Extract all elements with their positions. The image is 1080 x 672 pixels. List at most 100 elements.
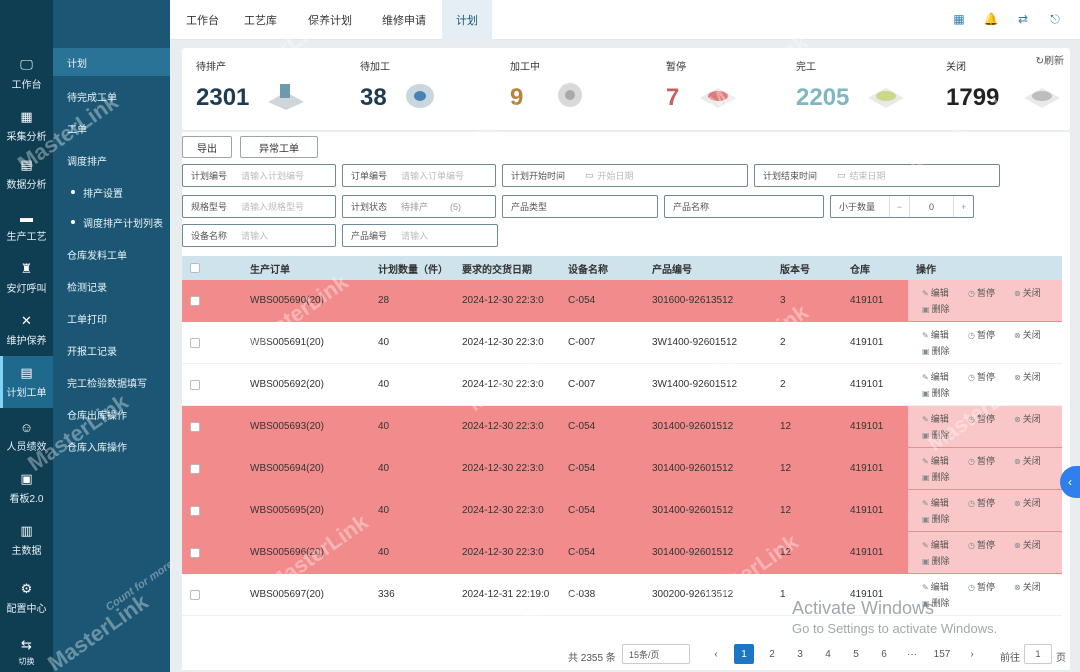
delete-button[interactable]: ▣ 删除	[922, 428, 950, 441]
page-ellipsis[interactable]: ···	[902, 644, 922, 664]
edit-button[interactable]: ✎ 编辑	[922, 286, 949, 299]
tab-maintenance-plan[interactable]: 保养计划	[294, 0, 366, 40]
subnav-item-print[interactable]: 工单打印	[53, 304, 170, 332]
table-row[interactable]: WBS005696(20) 40 2024-12-30 22:3:0 C-054 301…	[182, 532, 1062, 574]
stat-card-pending-process[interactable]: 待加工 38	[360, 58, 500, 120]
row-checkbox[interactable]	[190, 379, 200, 390]
subnav-item-material-issue[interactable]: 仓库发料工单	[53, 240, 170, 268]
plan-end-field[interactable]: 计划结束时间 ▭ 结束日期	[754, 164, 1000, 187]
close-button[interactable]: ⊗ 关闭	[1014, 286, 1041, 299]
next-page-button[interactable]: ›	[962, 644, 982, 664]
page-button-2[interactable]: 2	[762, 644, 782, 664]
edit-button[interactable]: ✎ 编辑	[922, 538, 949, 551]
tab-repair-request[interactable]: 维修申请	[368, 0, 440, 40]
page-button-6[interactable]: 6	[874, 644, 894, 664]
page-button-1[interactable]: 1	[734, 644, 754, 664]
edit-button[interactable]: ✎ 编辑	[922, 412, 949, 425]
table-row[interactable]: WBS005694(20) 40 2024-12-30 22:3:0 C-054 301…	[182, 448, 1062, 490]
delete-button[interactable]: ▣ 删除	[922, 554, 950, 567]
pause-button[interactable]: ◷ 暂停	[968, 580, 995, 593]
abnormal-orders-button[interactable]: 异常工单	[240, 136, 318, 158]
subnav-item-work-report[interactable]: 开报工记录	[53, 336, 170, 364]
delete-button[interactable]: ▣ 删除	[922, 302, 950, 315]
delete-button[interactable]: ▣ 删除	[922, 344, 950, 357]
rail-item-collection[interactable]: ▦ 采集分析	[0, 100, 53, 152]
page-size-select[interactable]: 15条/页	[622, 644, 690, 664]
rail-item-board[interactable]: ▣ 看板2.0	[0, 462, 53, 514]
edit-button[interactable]: ✎ 编辑	[922, 370, 949, 383]
delete-button[interactable]: ▣ 删除	[922, 512, 950, 525]
bell-icon[interactable]: 🔔	[984, 12, 999, 26]
close-button[interactable]: ⊗ 关闭	[1014, 328, 1041, 341]
translate-icon[interactable]: ⇄	[1016, 12, 1030, 26]
page-button-4[interactable]: 4	[818, 644, 838, 664]
edit-button[interactable]: ✎ 编辑	[922, 580, 949, 593]
tab-process-library[interactable]: 工艺库	[230, 0, 291, 40]
row-checkbox[interactable]	[190, 589, 200, 600]
stat-card-completed[interactable]: 完工 2205	[796, 58, 936, 120]
pause-button[interactable]: ◷ 暂停	[968, 286, 995, 299]
subnav-item-inspection[interactable]: 检测记录	[53, 272, 170, 300]
close-button[interactable]: ⊗ 关闭	[1014, 580, 1041, 593]
rail-item-performance[interactable]: ☺ 人员绩效	[0, 410, 53, 462]
plan-start-field[interactable]: 计划开始时间 ▭ 开始日期	[502, 164, 748, 187]
rail-item-workbench[interactable]: 🖵 工作台	[0, 48, 53, 100]
row-checkbox[interactable]	[190, 295, 200, 306]
rail-item-config[interactable]: ⚙ 配置中心	[0, 572, 53, 624]
rail-item-master-data[interactable]: ▥ 主数据	[0, 514, 53, 566]
spec-field[interactable]: 规格型号 请输入规格型号	[182, 195, 336, 218]
edit-button[interactable]: ✎ 编辑	[922, 328, 949, 341]
edit-button[interactable]: ✎ 编辑	[922, 454, 949, 467]
stat-card-paused[interactable]: 暂停 7	[666, 58, 806, 120]
stat-card-pending-schedule[interactable]: 待排产 2301	[196, 58, 336, 120]
rail-item-maintenance[interactable]: ✕ 维护保养	[0, 304, 53, 356]
plan-no-field[interactable]: 计划编号 请输入计划编号	[182, 164, 336, 187]
close-button[interactable]: ⊗ 关闭	[1014, 370, 1041, 383]
table-row[interactable]: WBS005695(20) 40 2024-12-30 22:3:0 C-054 301…	[182, 490, 1062, 532]
logout-icon[interactable]: ⎋	[1048, 12, 1062, 26]
pause-button[interactable]: ◷ 暂停	[968, 454, 995, 467]
table-row[interactable]: WBS005693(20) 40 2024-12-30 22:3:0 C-054 301…	[182, 406, 1062, 448]
rail-item-analysis[interactable]: ▤ 数据分析	[0, 148, 53, 200]
goto-page-input[interactable]: 1	[1024, 644, 1052, 664]
stat-card-in-process[interactable]: 加工中 9	[510, 58, 650, 120]
delete-button[interactable]: ▣ 删除	[922, 470, 950, 483]
rail-item-switch[interactable]: ⇆ 切换	[0, 626, 53, 672]
table-row[interactable]: WBS005690(20) 28 2024-12-30 22:3:0 C-054 301…	[182, 280, 1062, 322]
product-name-field[interactable]: 产品名称	[664, 195, 824, 218]
tab-plan[interactable]: 计划	[442, 0, 492, 40]
product-type-select[interactable]: 产品类型	[502, 195, 658, 218]
subnav-item-outbound[interactable]: 仓库出库操作	[53, 400, 170, 428]
subnav-item-plan[interactable]: 计划	[53, 48, 170, 76]
row-checkbox[interactable]	[190, 421, 200, 432]
close-button[interactable]: ⊗ 关闭	[1014, 412, 1041, 425]
pause-button[interactable]: ◷ 暂停	[968, 412, 995, 425]
increment-button[interactable]: +	[953, 196, 973, 217]
subnav-item-scheduling[interactable]: 调度排产	[53, 146, 170, 174]
order-no-field[interactable]: 订单编号 请输入订单编号	[342, 164, 496, 187]
decrement-button[interactable]: −	[889, 196, 909, 217]
row-checkbox[interactable]	[190, 505, 200, 516]
close-button[interactable]: ⊗ 关闭	[1014, 454, 1041, 467]
row-checkbox[interactable]	[190, 463, 200, 474]
export-button[interactable]: 导出	[182, 136, 232, 158]
quantity-stepper[interactable]: 小于数量 − 0 +	[830, 195, 974, 218]
row-checkbox[interactable]	[190, 337, 200, 348]
edit-button[interactable]: ✎ 编辑	[922, 496, 949, 509]
pause-button[interactable]: ◷ 暂停	[968, 370, 995, 383]
page-button-5[interactable]: 5	[846, 644, 866, 664]
page-button-last[interactable]: 157	[930, 644, 954, 664]
delete-button[interactable]: ▣ 删除	[922, 386, 950, 399]
row-checkbox[interactable]	[190, 547, 200, 558]
rail-item-plan-orders[interactable]: ▤ 计划工单	[0, 356, 53, 408]
subnav-item-pending[interactable]: 待完成工单	[53, 82, 170, 110]
close-button[interactable]: ⊗ 关闭	[1014, 496, 1041, 509]
subnav-item-inbound[interactable]: 仓库入库操作	[53, 432, 170, 460]
page-button-3[interactable]: 3	[790, 644, 810, 664]
table-row[interactable]: WBS005692(20) 40 2024-12-30 22:3:0 C-007 3W1…	[182, 364, 1062, 406]
tab-workbench[interactable]: 工作台	[172, 0, 233, 40]
subnav-item-schedule-list[interactable]: 调度排产计划列表	[53, 208, 170, 236]
subnav-item-orders[interactable]: 工单	[53, 114, 170, 142]
pause-button[interactable]: ◷ 暂停	[968, 538, 995, 551]
select-all-checkbox[interactable]	[190, 263, 200, 273]
